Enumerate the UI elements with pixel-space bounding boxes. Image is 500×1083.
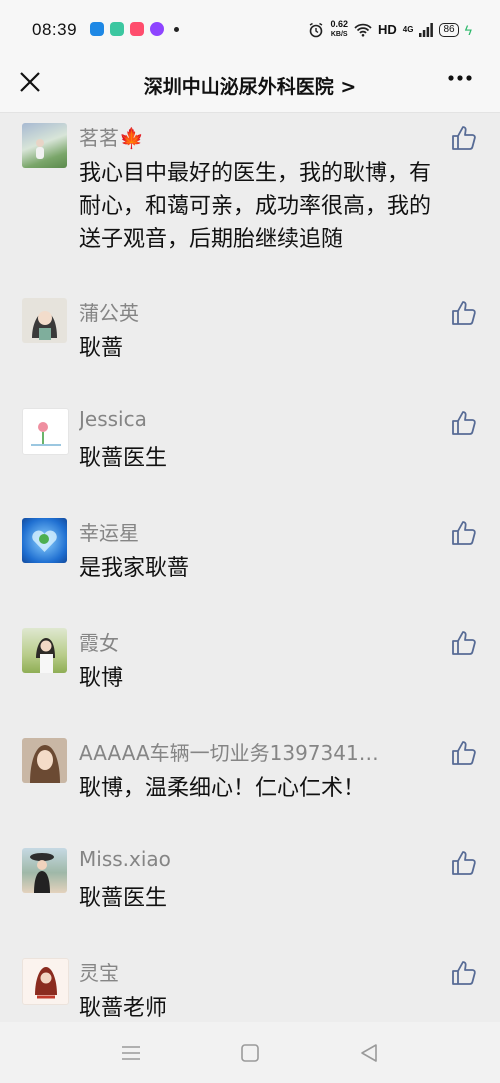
avatar-figure [30,853,54,893]
comment-author: AAAAA车辆一切业务1397341… [79,741,379,765]
comment-text: 耿蔷医生 [79,886,168,911]
like-button[interactable] [450,299,478,327]
menu-icon [122,1046,140,1060]
comment-text: 耿博，温柔细心！仁心仁术！ [79,776,366,801]
more-icon [448,75,472,81]
comment-text: 耿蔷 [79,336,124,361]
comment-text: 耿蔷老师 [79,996,168,1021]
charging-icon: ϟ [464,21,472,38]
system-nav-bar [0,1022,500,1083]
status-right: 0.62 KB/S HD 4G 86 ϟ [308,20,472,39]
back-triangle-icon [361,1044,377,1062]
avatar-figure [35,967,57,999]
thumbs-up-icon [452,741,476,765]
avatar[interactable] [22,408,69,455]
avatar-figure [36,139,44,159]
battery-indicator: 86 [439,22,459,37]
like-button[interactable] [450,739,478,767]
thumbs-up-icon [452,961,476,985]
status-time: 08:39 [32,20,78,39]
comment-author: 幸运星 [79,521,139,545]
thumbs-up-icon [452,126,476,150]
comment-list[interactable]: 茗茗🍁 我心目中最好的医生，我的耿博，有耐心，和蔼可亲，成功率很高，我的送子观音… [0,112,500,1022]
comment-text: 耿蔷医生 [79,446,168,471]
comment-author: 茗茗🍁 [79,126,144,150]
like-button[interactable] [450,124,478,152]
app-notification-icon [150,22,164,36]
app-notification-icon [110,22,124,36]
avatar[interactable] [22,123,67,168]
thumbs-up-icon [452,301,476,325]
avatar[interactable] [22,848,67,893]
thumbs-up-icon [452,521,476,545]
avatar[interactable] [22,958,69,1005]
thumbs-up-icon [452,851,476,875]
avatar-figure [30,745,60,783]
comment-text: 是我家耿蔷 [79,556,190,581]
alarm-icon [310,22,323,37]
like-button[interactable] [450,959,478,987]
like-button[interactable] [450,629,478,657]
avatar-figure [32,530,57,552]
signal-type: 4G [402,24,414,34]
net-speed: 0.62 KB/S [330,20,348,39]
app-notification-icon [90,22,104,36]
comment-text: 我心目中最好的医生，我的耿博，有耐心，和蔼可亲，成功率很高，我的送子观音，后期胎… [79,161,432,252]
thumbs-up-icon [452,631,476,655]
notification-icons [90,22,179,36]
home-square-icon [241,1044,259,1062]
avatar[interactable] [22,738,67,783]
like-button[interactable] [450,519,478,547]
page-title[interactable]: 深圳中山泌尿外科医院 > [0,72,500,99]
avatar[interactable] [22,628,67,673]
like-button[interactable] [450,409,478,437]
home-button[interactable] [237,1040,263,1066]
comment-author: Jessica [79,407,147,431]
avatar[interactable] [22,298,67,343]
more-notifications-dot [174,26,179,32]
avatar[interactable] [22,518,67,563]
hd-indicator: HD [378,22,397,37]
comment-author: 蒲公英 [79,301,139,325]
comment-text: 耿博 [79,666,124,691]
net-speed-unit: KB/S [330,31,348,38]
comment-author: Miss.xiao [79,847,171,871]
comment-author: 灵宝 [79,961,119,985]
signal-icon [419,22,434,37]
top-bar: 深圳中山泌尿外科医院 > [0,60,500,113]
more-button[interactable] [446,70,476,98]
app-notification-icon [130,22,144,36]
avatar-figure [32,311,57,340]
back-button[interactable] [356,1040,382,1066]
thumbs-up-icon [452,411,476,435]
like-button[interactable] [450,849,478,877]
avatar-figure [36,638,55,673]
status-bar: 08:39 0.62 KB/S HD 4G 86 ϟ [0,0,500,60]
comment-author: 霞女 [79,631,119,655]
wifi-icon [354,23,372,37]
menu-button[interactable] [118,1040,144,1066]
avatar-figure [31,422,61,446]
net-speed-value: 0.62 [330,19,348,29]
